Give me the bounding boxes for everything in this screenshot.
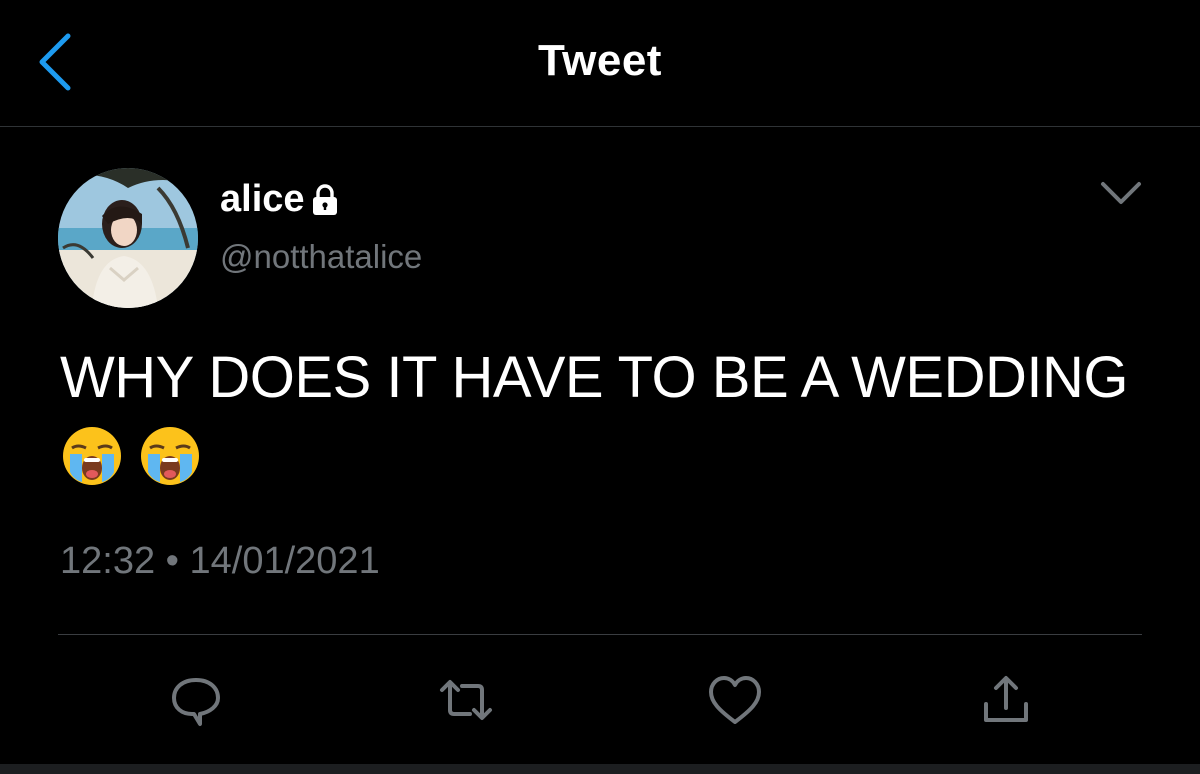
retweet-button[interactable] (436, 670, 496, 730)
tweet-text: WHY DOES IT HAVE TO BE A WEDDING (60, 345, 1129, 410)
top-navigation-bar: Tweet (0, 0, 1200, 126)
avatar-image (58, 168, 198, 308)
loudly-crying-face-emoji (138, 424, 202, 488)
share-button[interactable] (976, 670, 1036, 730)
actions-divider (58, 634, 1142, 635)
lock-icon (307, 182, 343, 218)
tweet-actions-bar (0, 660, 1200, 750)
heart-icon (709, 676, 761, 724)
page-title: Tweet (538, 36, 662, 85)
tweet-menu-button[interactable] (1098, 172, 1144, 212)
author-handle[interactable]: @notthatalice (220, 238, 422, 276)
like-button[interactable] (705, 670, 765, 730)
avatar[interactable] (58, 168, 198, 308)
author-name[interactable]: alice (220, 178, 343, 221)
tweet-timestamp[interactable]: 12:32 • 14/01/2021 (60, 540, 380, 583)
loudly-crying-face-emoji (60, 424, 124, 488)
tweet-body: WHY DOES IT HAVE TO BE A WEDDING (60, 338, 1170, 488)
retweet-icon (440, 680, 492, 720)
reply-button[interactable] (166, 670, 226, 730)
chevron-down-icon (1101, 182, 1141, 204)
header-divider (0, 126, 1200, 127)
share-icon (984, 676, 1028, 722)
reply-icon (172, 678, 220, 726)
emoji-row (60, 424, 1170, 488)
display-name-text: alice (220, 178, 305, 220)
bottom-edge (0, 764, 1200, 774)
